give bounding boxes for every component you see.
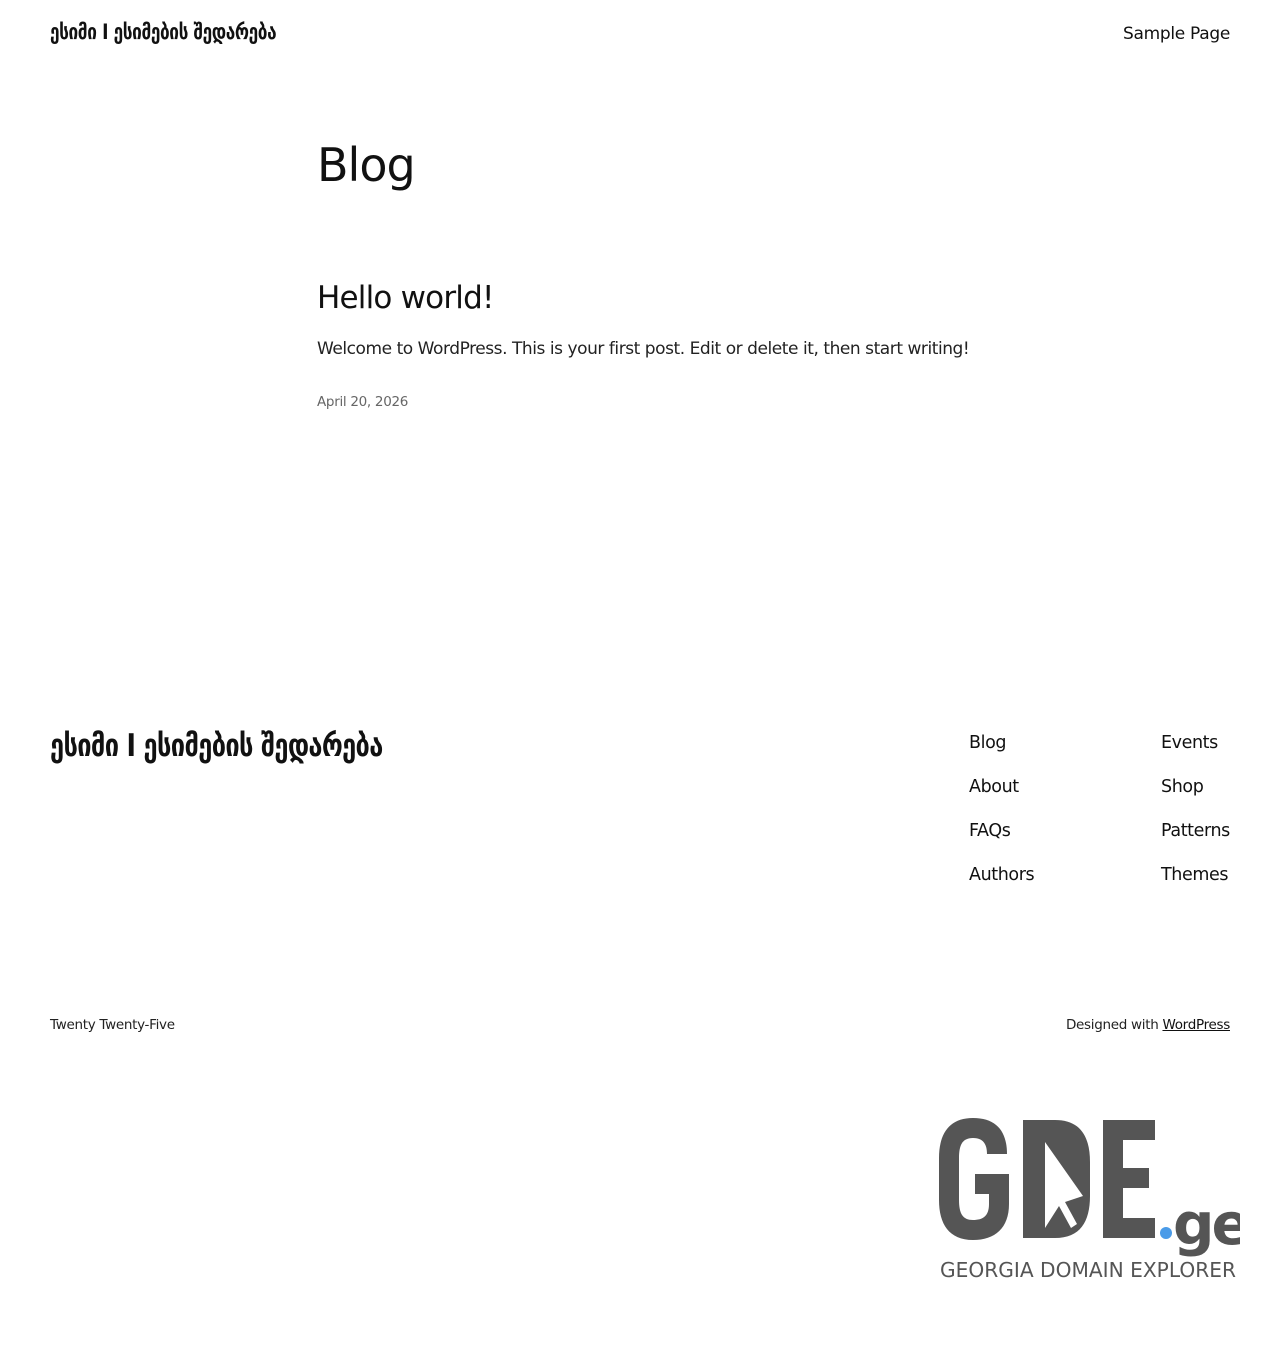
logo-dot <box>1160 1227 1172 1239</box>
footer-nav-themes[interactable]: Themes <box>1161 865 1228 885</box>
footer-nav-shop[interactable]: Shop <box>1161 777 1204 797</box>
page-title: Blog <box>317 138 416 192</box>
logo-letter-e <box>1103 1120 1155 1238</box>
footer-nav-events[interactable]: Events <box>1161 733 1218 753</box>
footer-nav-blog[interactable]: Blog <box>969 733 1006 753</box>
page: ესიმი I ესიმების შედარება Sample Page Bl… <box>0 0 1280 1360</box>
logo-tld: ge <box>1173 1190 1240 1258</box>
nav-sample-page[interactable]: Sample Page <box>1123 24 1230 44</box>
footer-nav-column-2: Events Shop Patterns Themes <box>1161 730 1230 906</box>
logo-letter-g <box>939 1118 1009 1240</box>
designed-with-text: Designed with <box>1065 1017 1159 1033</box>
logo-tagline: GEORGIA DOMAIN EXPLORER <box>940 1258 1236 1282</box>
post-excerpt: Welcome to WordPress. This is your first… <box>317 339 970 359</box>
footer-nav-authors[interactable]: Authors <box>969 865 1035 885</box>
footer-nav-column-1: Blog About FAQs Authors <box>969 730 1035 906</box>
logo-letter-d <box>1023 1120 1090 1238</box>
wordpress-link[interactable]: WordPress <box>1162 1017 1230 1033</box>
designed-with-credit: Designed with WordPress <box>1066 1017 1230 1033</box>
site-title-link[interactable]: ესიმი I ესიმების შედარება <box>50 20 277 44</box>
footer-site-title-link[interactable]: ესიმი I ესიმების შედარება <box>50 728 383 764</box>
footer-nav-about[interactable]: About <box>969 777 1019 797</box>
theme-credit: Twenty Twenty-Five <box>50 1017 175 1033</box>
footer-nav-patterns[interactable]: Patterns <box>1161 821 1230 841</box>
footer-nav-faqs[interactable]: FAQs <box>969 821 1011 841</box>
gde-logo-letters <box>939 1118 1155 1240</box>
post-title-link[interactable]: Hello world! <box>317 280 494 316</box>
gde-logo[interactable]: ge GEORGIA DOMAIN EXPLORER <box>935 1112 1240 1284</box>
post-date: April 20, 2026 <box>317 394 409 410</box>
